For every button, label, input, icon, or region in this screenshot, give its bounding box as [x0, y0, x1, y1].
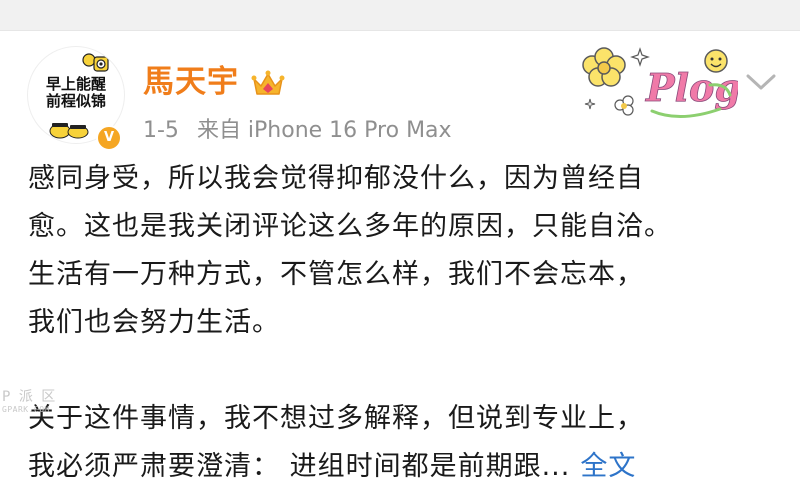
- post-body-line: 愈。这也是我关闭评论这么多年的原因，只能自洽。: [28, 211, 672, 242]
- watermark-main: P 派 区: [2, 389, 56, 405]
- watermark: P 派 区 GPARK.COM: [2, 389, 70, 415]
- post-meta: 1-5 来自 iPhone 16 Pro Max: [143, 117, 452, 145]
- post-source: 来自 iPhone 16 Pro Max: [196, 118, 452, 143]
- watermark-sub: GPARK.COM: [2, 405, 50, 414]
- chevron-down-icon[interactable]: [744, 71, 778, 93]
- post-body-line: 我必须严肃要澄清： 进组时间都是前期跟...: [28, 451, 571, 482]
- author-name[interactable]: 馬天宇: [143, 63, 239, 101]
- verified-badge-icon: V: [96, 125, 122, 151]
- expand-full-text-link[interactable]: 全文: [580, 451, 636, 482]
- small-flower-icon: [614, 95, 634, 116]
- post-date: 1-5: [143, 118, 179, 143]
- avatar-text-line1: 早上能醒: [45, 75, 106, 93]
- smiley-icon: [704, 49, 728, 73]
- weibo-post-card: 早上能醒 前程似锦 V 馬天宇 1-5 来自 iPhone 16 Pro Max: [0, 31, 800, 484]
- avatar-text-line2: 前程似锦: [45, 92, 106, 110]
- post-body-line: 关于这件事情，我不想过多解释，但说到专业上，: [28, 403, 644, 434]
- post-body: 感同身受，所以我会觉得抑郁没什么，因为曾经自 愈。这也是我关闭评论这么多年的原因…: [28, 155, 773, 491]
- post-body-line: 生活有一万种方式，不管怎么样，我们不会忘本，: [28, 259, 644, 290]
- plog-sticker: Plog: [582, 47, 738, 119]
- post-body-line: 感同身受，所以我会觉得抑郁没什么，因为曾经自: [28, 163, 644, 194]
- camera-mascot-icon: [82, 53, 109, 72]
- top-strip: [0, 0, 800, 31]
- crown-icon[interactable]: [251, 69, 285, 99]
- post-body-blank-line: [28, 347, 773, 395]
- flower-icon: [582, 47, 626, 87]
- post-body-line: 我们也会努力生活。: [28, 307, 280, 338]
